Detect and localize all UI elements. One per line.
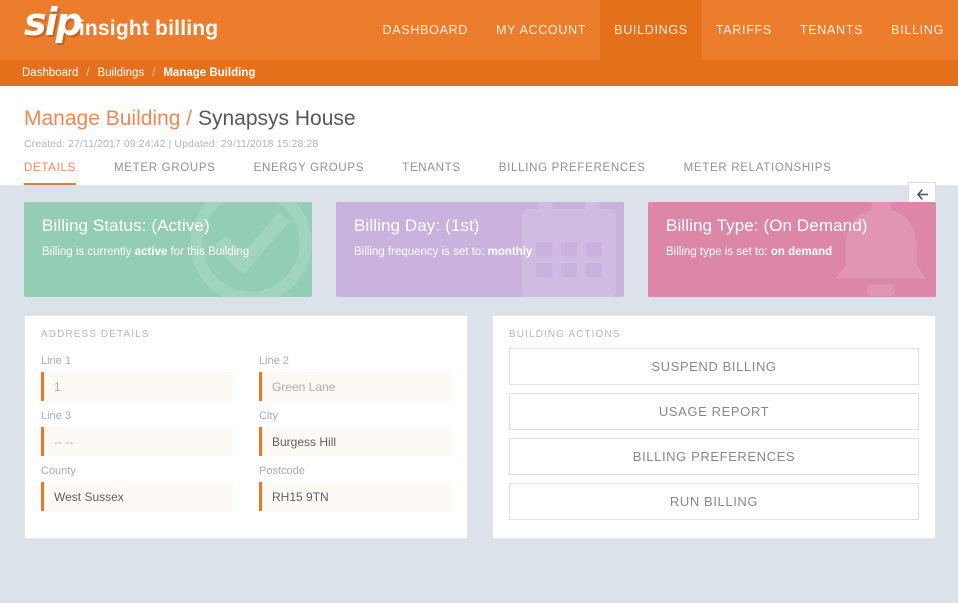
status-card-1: Billing Status: (Active) Billing is curre…	[24, 202, 312, 297]
address-details-label: ADDRESS DETAILS	[41, 329, 150, 340]
address-field-label: City	[259, 410, 278, 422]
content-area: Billing Status: (Active) Billing is curre…	[0, 186, 958, 539]
status-card-description: Billing type is set to: on demand	[666, 246, 918, 258]
address-field-line-1: Line 1 1	[41, 348, 233, 401]
breadcrumb-separator: /	[152, 67, 156, 79]
tab-meter-relationships[interactable]: METER RELATIONSHIPS	[684, 162, 832, 185]
breadcrumb-item-current: Manage Building	[163, 67, 256, 79]
status-card-desc-pre: Billing is currently	[42, 246, 135, 258]
address-details-panel: ADDRESS DETAILS Line 1 1 Line 2 Green Lane L…	[24, 315, 468, 539]
tab-details[interactable]: DETAILS	[24, 162, 76, 185]
action-button-suspend-billing[interactable]: SUSPEND BILLING	[509, 348, 919, 385]
address-input-postcode[interactable]: RH15 9TN	[259, 482, 451, 511]
address-field-label: Postcode	[259, 465, 305, 477]
tab-tenants[interactable]: TENANTS	[402, 162, 461, 185]
nav-item-buildings[interactable]: BUILDINGS	[600, 0, 702, 60]
address-field-label: Line 1	[41, 355, 71, 367]
nav-item-billing[interactable]: BILLING	[877, 0, 958, 60]
breadcrumb-separator: /	[86, 67, 90, 79]
status-cards-row: Billing Status: (Active) Billing is curre…	[24, 202, 936, 297]
nav-item-my-account[interactable]: MY ACCOUNT	[482, 0, 600, 60]
address-field-line-3: Line 3 -- --	[41, 403, 233, 456]
sip-logo-text: sip	[24, 0, 83, 44]
status-card-desc-value: monthly	[487, 246, 533, 258]
status-card-description: Billing is currently active for this Bui…	[42, 246, 294, 258]
address-field-city: City Burgess Hill	[259, 403, 451, 456]
status-card-title: Billing Day: (1st)	[354, 216, 480, 235]
address-field-label: County	[41, 465, 76, 477]
address-input-line-3[interactable]: -- --	[41, 427, 233, 456]
page-title: Manage Building / Synapsys House	[24, 106, 936, 132]
page-meta-timestamps: Created: 27/11/2017 09:24:42 | Updated: …	[24, 138, 319, 150]
status-card-desc-post: for this Building	[167, 246, 250, 258]
breadcrumb-item-buildings[interactable]: Buildings	[97, 67, 144, 79]
status-card-3: Billing Type: (On Demand) Billing type is…	[648, 202, 936, 297]
tab-billing-preferences[interactable]: BILLING PREFERENCES	[499, 162, 646, 185]
address-field-label: Line 2	[259, 355, 289, 367]
product-name: insight billing	[78, 17, 219, 40]
top-header-bar: sip insight billing DASHBOARD MY ACCOUNT B…	[0, 0, 958, 60]
breadcrumb-item-dashboard[interactable]: Dashboard	[22, 67, 78, 79]
status-card-title: Billing Type: (On Demand)	[666, 216, 868, 235]
address-input-county[interactable]: West Sussex	[41, 482, 233, 511]
address-field-line-2: Line 2 Green Lane	[259, 348, 451, 401]
status-card-description: Billing frequency is set to: monthly	[354, 246, 606, 258]
status-card-desc-value: active	[134, 246, 168, 258]
building-actions-panel: BUILDING ACTIONS SUSPEND BILLING USAGE RE…	[492, 315, 936, 539]
action-button-usage-report[interactable]: USAGE REPORT	[509, 393, 919, 430]
nav-item-tenants[interactable]: TENANTS	[786, 0, 877, 60]
status-card-desc-value: on demand	[770, 246, 833, 258]
breadcrumb: Dashboard / Buildings / Manage Building	[0, 60, 958, 86]
brand-logo[interactable]: sip insight billing	[24, 0, 218, 60]
status-card-2: Billing Day: (1st) Billing frequency is s…	[336, 202, 624, 297]
action-button-billing-preferences[interactable]: BILLING PREFERENCES	[509, 438, 919, 475]
action-button-run-billing[interactable]: RUN BILLING	[509, 483, 919, 520]
page-title-area: Manage Building / Synapsys House Created…	[0, 86, 958, 206]
address-field-postcode: Postcode RH15 9TN	[259, 458, 451, 511]
building-actions-list: SUSPEND BILLING USAGE REPORT BILLING PREFE…	[509, 348, 919, 520]
address-field-county: County West Sussex	[41, 458, 233, 511]
nav-item-tariffs[interactable]: TARIFFS	[702, 0, 786, 60]
building-actions-label: BUILDING ACTIONS	[509, 329, 621, 340]
nav-item-dashboard[interactable]: DASHBOARD	[369, 0, 482, 60]
address-form: Line 1 1 Line 2 Green Lane Line 3 -- -- City Bu…	[41, 348, 451, 511]
address-input-line-1[interactable]: 1	[41, 372, 233, 401]
panels-row: ADDRESS DETAILS Line 1 1 Line 2 Green Lane L…	[24, 315, 936, 539]
address-field-label: Line 3	[41, 410, 71, 422]
page-title-prefix: Manage Building /	[24, 107, 193, 130]
address-input-line-2[interactable]: Green Lane	[259, 372, 451, 401]
address-input-city[interactable]: Burgess Hill	[259, 427, 451, 456]
status-card-title: Billing Status: (Active)	[42, 216, 210, 235]
detail-tabs: DETAILS METER GROUPS ENERGY GROUPS TENANTS B…	[0, 150, 958, 186]
page-title-building-name: Synapsys House	[197, 107, 356, 130]
tab-energy-groups[interactable]: ENERGY GROUPS	[254, 162, 365, 185]
status-card-desc-pre: Billing type is set to:	[666, 246, 771, 258]
status-card-desc-pre: Billing frequency is set to:	[354, 246, 488, 258]
tab-meter-groups[interactable]: METER GROUPS	[114, 162, 216, 185]
main-navigation: DASHBOARD MY ACCOUNT BUILDINGS TARIFFS TENAN…	[369, 0, 958, 60]
arrow-left-icon	[916, 188, 929, 201]
